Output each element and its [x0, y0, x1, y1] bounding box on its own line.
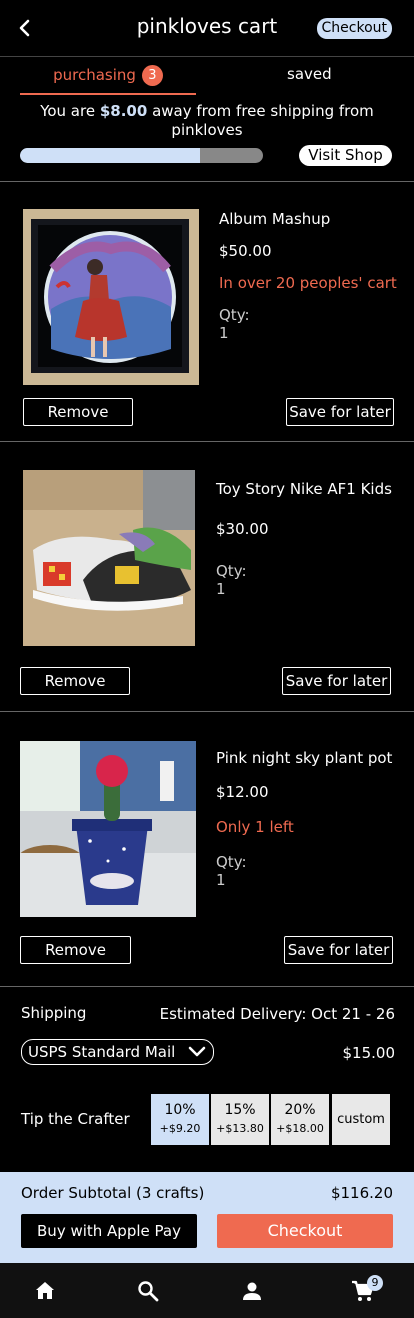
tip-option-custom[interactable]: custom: [332, 1094, 390, 1145]
shipping-method-value: USPS Standard Mail: [28, 1043, 176, 1061]
free-shipping-progress-bar: [20, 148, 263, 163]
search-icon[interactable]: [136, 1279, 160, 1303]
divider: [0, 441, 414, 442]
item-image-plant-pot[interactable]: [20, 741, 196, 917]
tip-amount: +$9.20: [159, 1122, 201, 1135]
save-for-later-button[interactable]: Save for later: [282, 667, 391, 695]
tip-amount: +$18.00: [276, 1122, 324, 1135]
tip-percent: 15%: [224, 1102, 256, 1118]
tip-percent: 10%: [164, 1102, 196, 1118]
subtotal-label: Order Subtotal (3 crafts): [21, 1184, 205, 1202]
tip-label: Tip the Crafter: [21, 1110, 130, 1128]
tab-saved[interactable]: saved: [287, 65, 332, 83]
cart-tabs: purchasing 3 saved: [0, 56, 414, 95]
tip-option-10[interactable]: 10% +$9.20: [151, 1094, 209, 1145]
save-for-later-button[interactable]: Save for later: [286, 398, 394, 426]
tab-purchasing[interactable]: purchasing 3: [20, 65, 196, 95]
subtotal-value: $116.20: [330, 1184, 393, 1202]
item-name[interactable]: Toy Story Nike AF1 Kids: [216, 480, 392, 498]
estimated-delivery: Estimated Delivery: Oct 21 - 26: [159, 1005, 395, 1023]
top-bar: pinkloves cart Checkout: [0, 0, 414, 56]
bottom-nav: 9: [0, 1263, 414, 1318]
tip-percent: 20%: [284, 1102, 316, 1118]
chevron-down-icon: [188, 1046, 206, 1057]
shipping-label: Shipping: [21, 1004, 87, 1022]
progress-fill: [20, 148, 200, 163]
item-popularity-note: In over 20 peoples' cart: [219, 274, 397, 292]
tab-purchasing-label: purchasing: [53, 66, 136, 84]
item-image-toy-story-nike[interactable]: [23, 470, 199, 646]
free-shipping-amount: $8.00: [99, 102, 148, 120]
tip-amount: +$13.80: [216, 1122, 264, 1135]
apple-pay-button[interactable]: Buy with Apple Pay: [21, 1214, 197, 1248]
shipping-cost: $15.00: [342, 1044, 396, 1062]
purchasing-count-badge: 3: [141, 65, 163, 86]
tip-option-20[interactable]: 20% +$18.00: [271, 1094, 329, 1145]
remove-button[interactable]: Remove: [20, 667, 130, 695]
free-shipping-prefix: You are: [40, 102, 100, 120]
item-name[interactable]: Album Mashup: [219, 210, 330, 228]
cart-count-badge: 9: [367, 1275, 383, 1291]
checkout-button[interactable]: Checkout: [217, 1214, 393, 1248]
divider: [0, 711, 414, 712]
divider: [0, 986, 414, 987]
free-shipping-message: You are $8.00 away from free shipping fr…: [20, 102, 394, 140]
remove-button[interactable]: Remove: [20, 936, 131, 964]
item-quantity[interactable]: Qty: 1: [219, 306, 250, 342]
item-name[interactable]: Pink night sky plant pot: [216, 749, 392, 767]
header-checkout-button[interactable]: Checkout: [316, 18, 392, 39]
order-footer: Order Subtotal (3 crafts) $116.20 Buy wi…: [0, 1172, 414, 1263]
item-quantity[interactable]: Qty: 1: [216, 562, 247, 598]
shipping-method-select[interactable]: USPS Standard Mail: [21, 1039, 214, 1065]
item-price: $30.00: [216, 520, 269, 538]
home-icon[interactable]: [33, 1279, 57, 1303]
remove-button[interactable]: Remove: [23, 398, 133, 426]
item-price: $50.00: [219, 242, 272, 260]
divider: [0, 181, 414, 182]
item-image-album-mashup[interactable]: [23, 209, 199, 385]
profile-icon[interactable]: [240, 1279, 264, 1303]
free-shipping-suffix: away from free shipping from pinkloves: [147, 102, 374, 139]
visit-shop-button[interactable]: Visit Shop: [299, 145, 392, 166]
save-for-later-button[interactable]: Save for later: [284, 936, 393, 964]
tip-option-15[interactable]: 15% +$13.80: [211, 1094, 269, 1145]
item-stock-note: Only 1 left: [216, 818, 294, 836]
cart-nav[interactable]: 9: [351, 1275, 383, 1303]
item-quantity[interactable]: Qty: 1: [216, 853, 247, 889]
item-price: $12.00: [216, 783, 269, 801]
